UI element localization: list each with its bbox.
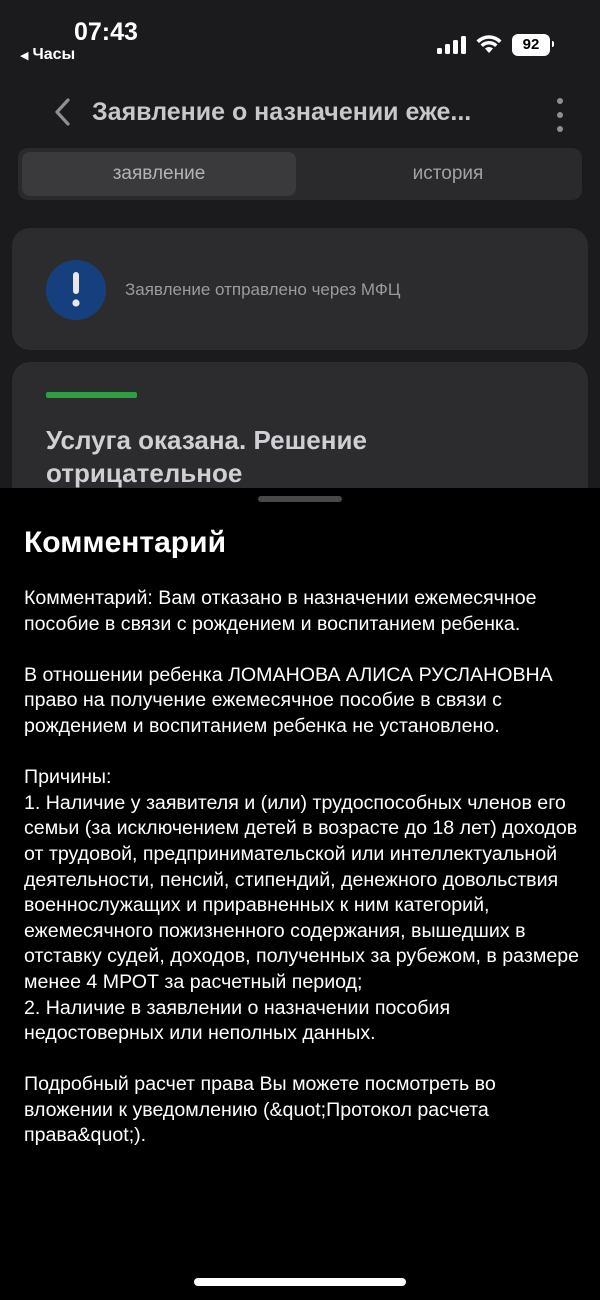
back-app-label: Часы (32, 46, 76, 63)
comment-paragraph: Комментарий: Вам отказано в назначении е… (24, 587, 537, 635)
home-indicator[interactable] (194, 1278, 406, 1286)
exclamation-icon (46, 260, 106, 320)
sheet-grabber[interactable] (258, 496, 342, 502)
status-title: Услуга оказана. Решение отрицательное (46, 425, 367, 488)
more-options-button[interactable] (548, 98, 572, 132)
comment-paragraph: В отношении ребенка ЛОМАНОВА АЛИСА РУСЛА… (24, 663, 553, 737)
cellular-signal-icon (437, 36, 466, 54)
segmented-tabs: заявление история (18, 148, 582, 200)
kebab-dot (557, 126, 563, 132)
tab-application[interactable]: заявление (22, 152, 296, 196)
status-indicators: 92 (437, 34, 554, 56)
back-triangle-icon: ◀ (20, 49, 29, 62)
chevron-left-icon (55, 98, 70, 126)
wifi-icon (476, 35, 502, 53)
sheet-body: Комментарий: Вам отказано в назначении е… (24, 586, 580, 1175)
comment-bottom-sheet: Комментарий Комментарий: Вам отказано в … (0, 488, 600, 1300)
status-back-to-app[interactable]: ◀ Часы (20, 46, 75, 64)
notice-text: Заявление отправлено через МФЦ (125, 280, 401, 299)
kebab-dot (557, 112, 563, 118)
page-title: Заявление о назначении еже... (92, 98, 472, 126)
comment-paragraph: Причины: 1. Наличие у заявителя и (или) … (24, 766, 580, 1045)
status-accent-bar (46, 392, 137, 398)
sheet-title: Комментарий (24, 526, 227, 559)
back-button[interactable] (46, 92, 78, 132)
background-screen: 07:43 ◀ Часы 92 Заявление о назначении е… (0, 0, 600, 522)
battery-indicator: 92 (512, 34, 554, 56)
tab-history[interactable]: история (318, 152, 578, 196)
status-time: 07:43 (74, 18, 138, 46)
notice-card: Заявление отправлено через МФЦ (12, 228, 588, 350)
comment-paragraph: Подробный расчет права Вы можете посмотр… (24, 1073, 496, 1147)
kebab-dot (557, 98, 563, 104)
